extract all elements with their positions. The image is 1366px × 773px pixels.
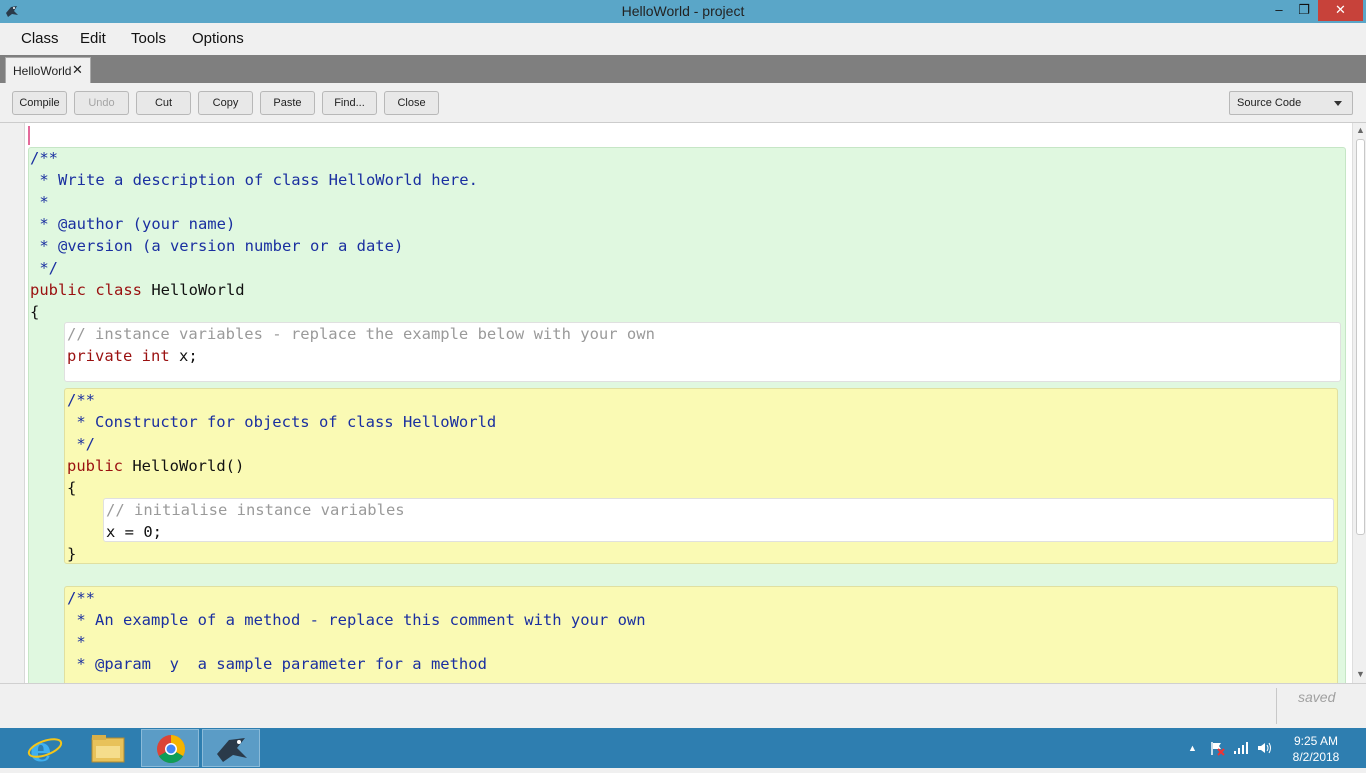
tab-close-icon[interactable]: ✕ [72, 62, 83, 78]
status-bar: saved [0, 683, 1366, 728]
code-line: * @author (your name) [30, 215, 236, 233]
code-line: * @param y a sample parameter for a meth… [67, 655, 487, 673]
find-button[interactable]: Find... [322, 91, 377, 115]
code-line: * [30, 193, 49, 211]
internet-explorer-icon[interactable]: e [16, 729, 74, 770]
copy-button[interactable]: Copy [198, 91, 253, 115]
taskbar: e ▲ 9:25 AM 8/2/2018 [0, 728, 1366, 770]
clock-time: 9:25 AM [1293, 734, 1339, 748]
compile-button[interactable]: Compile [12, 91, 67, 115]
code-line: /** [30, 149, 58, 167]
code-line: */ [67, 435, 95, 453]
code-line: public class HelloWorld [30, 279, 245, 301]
menu-class[interactable]: Class [21, 30, 59, 47]
scroll-up-icon[interactable]: ▲ [1356, 125, 1365, 135]
code-line: * @version (a version number or a date) [30, 237, 404, 255]
keyword: public class [30, 281, 142, 299]
view-select[interactable]: Source Code [1229, 91, 1353, 115]
tab-helloworld[interactable]: HelloWorld ✕ [5, 57, 91, 83]
paste-button[interactable]: Paste [260, 91, 315, 115]
svg-text:e: e [30, 730, 52, 767]
line-gutter [0, 123, 25, 683]
identifier: HelloWorld [141, 281, 245, 299]
bluej-icon[interactable] [202, 729, 260, 767]
window-title: HelloWorld - project [621, 3, 745, 19]
maximize-button[interactable]: ❐ [1291, 0, 1317, 21]
title-bar: HelloWorld - project – ❐ ✕ [0, 0, 1366, 23]
close-window-button[interactable]: ✕ [1318, 0, 1363, 21]
minimize-button[interactable]: – [1266, 0, 1292, 21]
file-explorer-icon[interactable] [79, 729, 137, 767]
identifier: x; [169, 347, 198, 365]
view-select-value: Source Code [1237, 97, 1302, 109]
menu-edit[interactable]: Edit [80, 30, 106, 47]
code-line: } [67, 545, 77, 563]
network-signal-icon[interactable] [1233, 740, 1249, 756]
editor-toolbar: Compile Undo Cut Copy Paste Find... Clos… [0, 83, 1366, 123]
identifier: HelloWorld() [123, 457, 245, 475]
code-line: { [67, 479, 77, 497]
code-line: x = 0; [106, 523, 162, 541]
clock-date: 8/2/2018 [1292, 750, 1340, 764]
code-line: */ [30, 259, 58, 277]
system-clock[interactable]: 9:25 AM 8/2/2018 [1286, 733, 1346, 765]
text-caret [28, 126, 30, 145]
chevron-down-icon [1334, 101, 1342, 106]
menu-bar: Class Edit Tools Options [0, 23, 1366, 55]
cut-button[interactable]: Cut [136, 91, 191, 115]
code-line: * [67, 633, 86, 651]
scroll-down-icon[interactable]: ▼ [1356, 669, 1365, 679]
scrollbar-thumb[interactable] [1356, 139, 1365, 535]
keyword: public [67, 457, 123, 475]
code-line: /** [67, 589, 95, 607]
code-line: // instance variables - replace the exam… [67, 325, 655, 343]
tab-label: HelloWorld [13, 64, 72, 78]
volume-icon[interactable] [1256, 740, 1272, 756]
status-divider [1276, 688, 1277, 724]
menu-options[interactable]: Options [192, 30, 244, 47]
undo-button[interactable]: Undo [74, 91, 129, 115]
code-editor[interactable]: /** * Write a description of class Hello… [0, 123, 1366, 683]
code-line: private int x; [67, 345, 198, 367]
code-line: * An example of a method - replace this … [67, 611, 646, 629]
save-status: saved [1298, 689, 1336, 705]
chevron-up-icon[interactable]: ▲ [1188, 743, 1197, 753]
menu-tools[interactable]: Tools [131, 30, 166, 47]
code-line: // initialise instance variables [106, 501, 405, 519]
code-line: * Constructor for objects of class Hello… [67, 413, 497, 431]
chrome-icon[interactable] [141, 729, 199, 767]
code-line: /** [67, 391, 95, 409]
action-center-flag-icon[interactable] [1209, 740, 1225, 756]
code-line: * Write a description of class HelloWorl… [30, 171, 478, 189]
vertical-scrollbar[interactable]: ▲ ▼ [1352, 123, 1366, 683]
keyword: private int [67, 347, 170, 365]
tab-strip: HelloWorld ✕ [0, 55, 1366, 83]
code-line: public HelloWorld() [67, 455, 244, 477]
close-button[interactable]: Close [384, 91, 439, 115]
code-line: { [30, 303, 40, 321]
